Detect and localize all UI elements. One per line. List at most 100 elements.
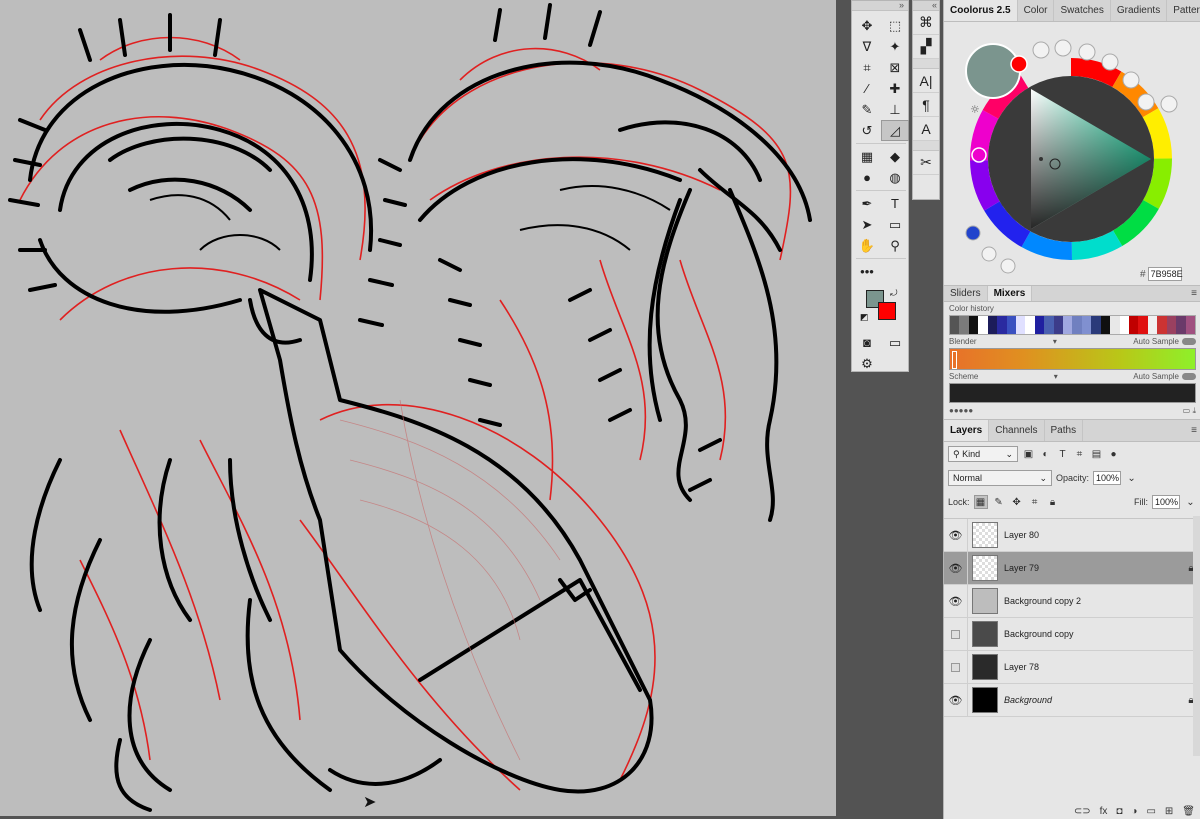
tab-layers[interactable]: Layers <box>944 420 990 441</box>
zoom-tool-icon[interactable]: ⚲ <box>881 235 909 256</box>
history-swatch[interactable] <box>1053 316 1064 334</box>
new-layer-icon[interactable]: ⊞ <box>1165 806 1173 817</box>
sponge-tool-icon[interactable]: ◍ <box>881 167 909 188</box>
save-icon[interactable]: ⤓ <box>1192 406 1196 415</box>
link-layers-icon[interactable]: ⊂⊃ <box>1074 806 1091 817</box>
panel-menu-icon[interactable]: ≡ <box>1187 286 1200 301</box>
collapse-icon[interactable]: » <box>899 0 904 10</box>
filter-smart-object-icon[interactable]: ▤ <box>1090 448 1103 461</box>
history-swatch[interactable] <box>1176 316 1186 334</box>
visibility-toggle[interactable] <box>944 650 968 684</box>
history-swatch[interactable] <box>997 316 1007 334</box>
opacity-dropdown-icon[interactable]: ⌄ <box>1125 472 1138 485</box>
dock-grip[interactable]: « <box>913 0 939 11</box>
lock-all-icon[interactable]: 🔒︎ <box>1046 495 1060 509</box>
screen-mode-icon[interactable]: ▭ <box>881 332 909 353</box>
crop-tool-icon[interactable]: ⌗ <box>853 57 881 78</box>
tab-paths[interactable]: Paths <box>1045 420 1084 441</box>
history-swatch[interactable] <box>968 316 979 334</box>
lock-artboard-icon[interactable]: ⌗ <box>1028 495 1042 509</box>
pen-tool-icon[interactable]: ✒ <box>853 193 881 214</box>
eraser-tool-icon[interactable]: ◿ <box>881 120 909 141</box>
auto-sample-toggle[interactable] <box>1182 338 1196 346</box>
drawing-canvas[interactable]: ➤ <box>0 0 836 816</box>
filter-type-icon[interactable]: T <box>1056 448 1069 461</box>
path-selection-icon[interactable]: ➤ <box>853 214 881 235</box>
filter-shape-icon[interactable]: ⌗ <box>1073 448 1086 461</box>
document-area[interactable]: ➤ <box>0 0 848 819</box>
new-group-icon[interactable]: ▭ <box>1146 806 1155 817</box>
character-panel-icon[interactable]: A| <box>913 69 939 93</box>
history-swatch[interactable] <box>1166 316 1177 334</box>
healing-brush-icon[interactable]: ✚ <box>881 78 909 99</box>
blender-menu-icon[interactable]: ▾ <box>1053 337 1057 346</box>
tab-patterns[interactable]: Patterns <box>1167 0 1200 21</box>
history-brush-icon[interactable]: ↺ <box>853 120 881 141</box>
panel-menu-icon[interactable]: ≡ <box>1187 420 1200 441</box>
history-swatch[interactable] <box>1185 316 1195 334</box>
history-swatch[interactable] <box>1072 316 1082 334</box>
filter-toggle-icon[interactable]: ● <box>1107 448 1120 461</box>
lock-position-icon[interactable]: ✥ <box>1010 495 1024 509</box>
tab-color[interactable]: Color <box>1018 0 1055 21</box>
eyedropper-icon[interactable]: ⁄ <box>853 78 881 99</box>
filter-kind-select[interactable]: ⚲ Kind ⌄ <box>948 446 1018 462</box>
default-colors-icon[interactable]: ◩ <box>860 312 869 323</box>
visibility-toggle[interactable] <box>944 617 968 651</box>
gradient-tool-icon[interactable]: ▦ <box>853 146 881 167</box>
history-swatch[interactable] <box>1025 316 1035 334</box>
type-tool-icon[interactable]: T <box>881 193 909 214</box>
brush-tool-icon[interactable]: ✎ <box>853 99 881 120</box>
blend-mode-select[interactable]: Normal ⌄ <box>948 470 1052 486</box>
color-wheel-area[interactable]: ☼ # 7B958E <box>944 22 1200 283</box>
tab-swatches[interactable]: Swatches <box>1054 0 1111 21</box>
history-swatch[interactable] <box>1119 316 1130 334</box>
opacity-input[interactable]: 100% <box>1093 471 1122 485</box>
scheme-menu-icon[interactable]: ▾ <box>1054 372 1058 381</box>
layer-row[interactable]: Background copy <box>944 617 1200 651</box>
history-swatch[interactable] <box>1091 316 1101 334</box>
adjustment-layer-icon[interactable]: ◑ <box>1131 806 1137 817</box>
history-swatch[interactable] <box>1006 316 1016 334</box>
tab-mixers[interactable]: Mixers <box>987 286 1033 301</box>
layer-row[interactable]: 👁︎ Background 🔒︎ <box>944 683 1200 717</box>
dodge-tool-icon[interactable]: ● <box>853 167 881 188</box>
history-swatch[interactable] <box>1147 316 1158 334</box>
eye-icon[interactable]: 👁︎ <box>944 584 968 618</box>
history-swatch[interactable] <box>959 316 969 334</box>
tab-sliders[interactable]: Sliders <box>944 286 988 301</box>
history-swatch[interactable] <box>1063 316 1073 334</box>
layer-row[interactable]: 👁︎ Layer 79 🔒︎ <box>944 551 1200 585</box>
color-wheel[interactable]: ☼ <box>944 22 1200 283</box>
folder-icon[interactable]: ▭ <box>1183 406 1191 415</box>
swap-colors-icon[interactable]: ⤾ <box>890 288 898 299</box>
eye-icon[interactable]: 👁︎ <box>944 551 968 585</box>
pager-dots-icon[interactable]: ●●●●● <box>949 406 973 416</box>
lock-image-icon[interactable]: ✎ <box>992 495 1006 509</box>
tab-channels[interactable]: Channels <box>989 420 1045 441</box>
history-swatch[interactable] <box>1100 316 1111 334</box>
filter-pixel-icon[interactable]: ▣ <box>1022 448 1035 461</box>
tab-gradients[interactable]: Gradients <box>1111 0 1168 21</box>
history-swatch[interactable] <box>1157 316 1167 334</box>
history-swatch[interactable] <box>1044 316 1054 334</box>
filter-adjustment-icon[interactable]: ◐ <box>1039 448 1052 461</box>
hand-tool-icon[interactable]: ✋ <box>853 235 881 256</box>
lasso-tool-icon[interactable]: ᐁ <box>853 36 881 57</box>
layer-row[interactable]: 👁︎ Layer 80 <box>944 518 1200 552</box>
glyphs-panel-icon[interactable]: A <box>913 117 939 141</box>
history-swatch[interactable] <box>1034 316 1045 334</box>
fill-dropdown-icon[interactable]: ⌄ <box>1184 496 1197 509</box>
fill-input[interactable]: 100% <box>1152 495 1180 509</box>
eye-icon[interactable]: 👁︎ <box>944 683 968 717</box>
tab-coolorus-2-5[interactable]: Coolorus 2.5 <box>944 0 1018 21</box>
background-color-swatch[interactable] <box>878 302 896 320</box>
tools-panel-grip[interactable]: » <box>852 0 908 11</box>
layer-style-icon[interactable]: fx <box>1100 806 1108 817</box>
layer-row[interactable]: Layer 78 <box>944 650 1200 684</box>
layer-row[interactable]: 👁︎ Background copy 2 <box>944 584 1200 618</box>
blender-gradient[interactable] <box>949 348 1196 370</box>
add-mask-icon[interactable]: ◘ <box>1116 806 1122 817</box>
lock-transparent-icon[interactable]: ▦ <box>973 495 988 509</box>
rectangle-tool-icon[interactable]: ▭ <box>881 214 909 235</box>
